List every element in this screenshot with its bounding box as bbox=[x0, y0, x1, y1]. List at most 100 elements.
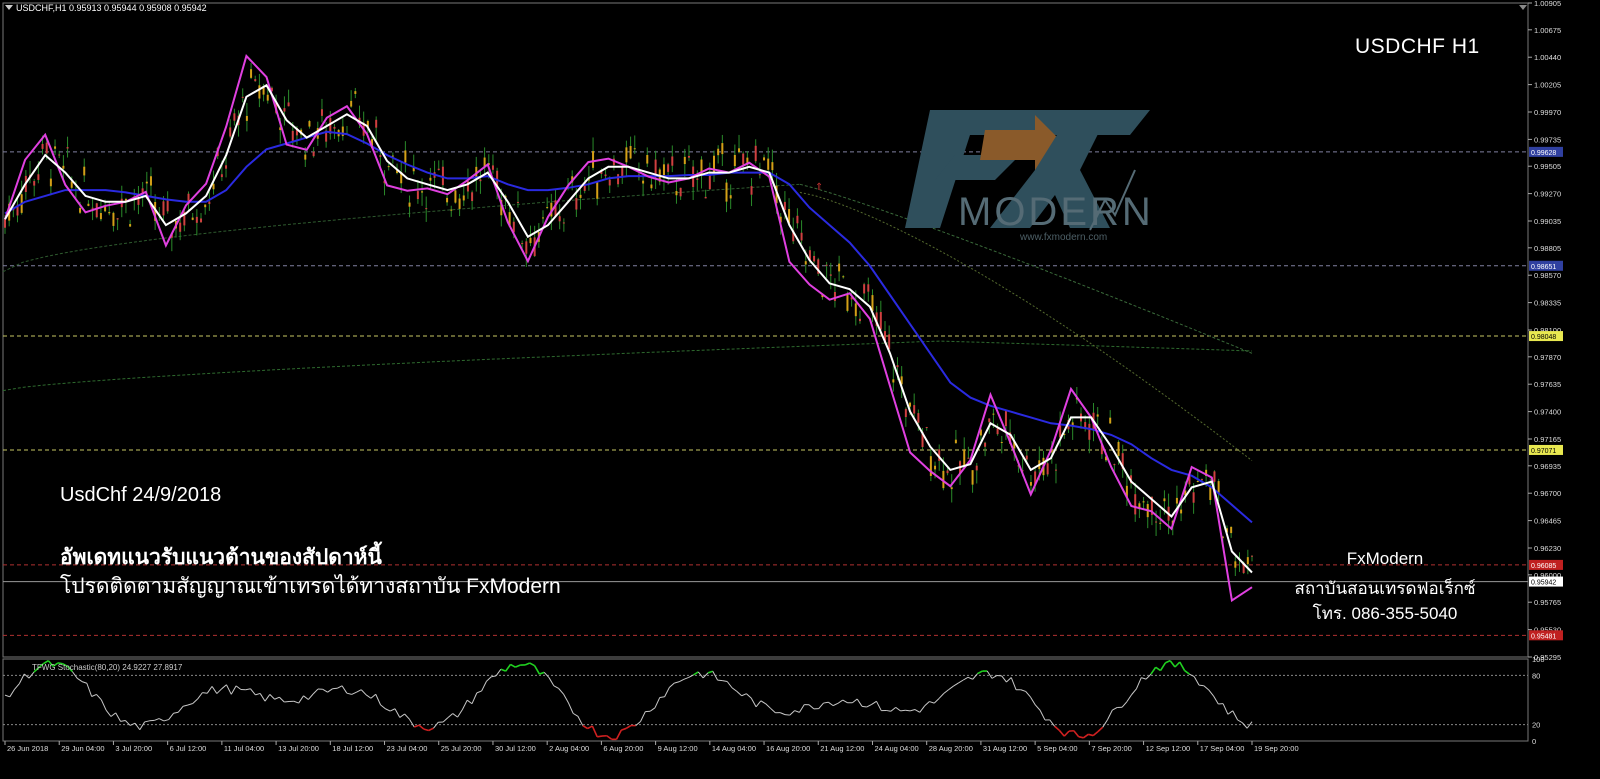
osc-segment bbox=[251, 689, 256, 695]
candle-body bbox=[454, 190, 456, 202]
y-tick-label: 0.97165 bbox=[1534, 435, 1561, 444]
osc-segment bbox=[1204, 686, 1209, 690]
chart-title: USDCHF H1 bbox=[1355, 35, 1480, 59]
osc-segment bbox=[771, 708, 776, 712]
osc-segment bbox=[159, 719, 164, 721]
candle-body bbox=[529, 238, 531, 243]
osc-segment bbox=[992, 676, 997, 679]
osc-segment bbox=[477, 691, 482, 693]
candle-body bbox=[738, 148, 740, 152]
candle-body bbox=[888, 334, 890, 349]
candle-body bbox=[684, 157, 686, 164]
osc-axis-label: 0 bbox=[1532, 737, 1536, 746]
candle-body bbox=[671, 156, 673, 165]
osc-segment bbox=[665, 687, 670, 696]
osc-segment bbox=[207, 686, 212, 693]
osc-segment bbox=[376, 694, 381, 705]
candle-body bbox=[200, 218, 202, 222]
osc-segment bbox=[1209, 690, 1214, 696]
osc-segment bbox=[111, 713, 116, 717]
osc-segment bbox=[607, 736, 612, 740]
candle-body bbox=[563, 222, 565, 223]
osc-segment bbox=[949, 686, 954, 690]
osc-segment bbox=[496, 669, 501, 676]
osc-segment bbox=[843, 700, 848, 703]
candle-body bbox=[146, 182, 148, 184]
candle-body bbox=[630, 146, 632, 158]
candle-body bbox=[842, 276, 844, 277]
y-tick-label: 0.99970 bbox=[1534, 108, 1561, 117]
chart-menu-icon[interactable] bbox=[5, 5, 13, 10]
osc-segment bbox=[1185, 671, 1190, 675]
osc-segment bbox=[766, 704, 771, 709]
candle-body bbox=[796, 216, 798, 224]
oscillator-pane-frame bbox=[3, 659, 1528, 741]
candle-body bbox=[100, 213, 102, 219]
candle-body bbox=[667, 164, 669, 172]
x-tick-label: 28 Aug 20:00 bbox=[929, 744, 973, 753]
osc-segment bbox=[414, 725, 419, 727]
osc-segment bbox=[742, 694, 747, 696]
osc-segment bbox=[294, 701, 299, 703]
osc-segment bbox=[332, 688, 337, 689]
candle-body bbox=[951, 487, 953, 489]
candle-body bbox=[388, 166, 390, 167]
x-tick-label: 26 Jun 2018 bbox=[7, 744, 48, 753]
osc-segment bbox=[87, 683, 92, 696]
candle-body bbox=[1180, 510, 1182, 514]
candle-body bbox=[1143, 501, 1145, 502]
x-tick-label: 7 Sep 20:00 bbox=[1091, 744, 1131, 753]
osc-segment bbox=[915, 710, 920, 713]
osc-segment bbox=[308, 694, 313, 700]
candle-body bbox=[1055, 470, 1057, 471]
osc-axis-label: 80 bbox=[1532, 671, 1540, 680]
osc-segment bbox=[371, 694, 376, 698]
osc-segment bbox=[304, 696, 309, 700]
price-chart[interactable]: 1.009051.006751.004401.002050.999700.997… bbox=[0, 0, 1600, 775]
x-tick-label: 21 Aug 12:00 bbox=[820, 744, 864, 753]
scroll-marker-icon[interactable] bbox=[1519, 5, 1527, 10]
osc-segment bbox=[1059, 730, 1064, 736]
x-tick-label: 16 Aug 20:00 bbox=[766, 744, 810, 753]
osc-segment bbox=[968, 677, 973, 679]
candle-body bbox=[58, 155, 60, 156]
contact-phone: โทร. 086-355-5040 bbox=[1280, 600, 1490, 627]
osc-segment bbox=[1228, 711, 1233, 714]
candle-body bbox=[283, 108, 285, 111]
osc-segment bbox=[626, 726, 631, 729]
candle-body bbox=[634, 148, 636, 149]
osc-segment bbox=[443, 718, 448, 722]
osc-segment bbox=[82, 682, 87, 684]
osc-segment bbox=[1136, 678, 1141, 689]
y-tick-label: 0.99735 bbox=[1534, 135, 1561, 144]
osc-segment bbox=[896, 707, 901, 711]
osc-segment bbox=[515, 665, 520, 667]
osc-segment bbox=[1103, 720, 1108, 728]
osc-segment bbox=[828, 702, 833, 705]
candle-body bbox=[425, 208, 427, 209]
osc-segment bbox=[920, 706, 925, 712]
osc-segment bbox=[1026, 691, 1031, 697]
osc-segment bbox=[226, 685, 231, 695]
osc-segment bbox=[722, 681, 727, 682]
osc-segment bbox=[905, 710, 910, 711]
osc-segment bbox=[693, 672, 698, 675]
candle-body bbox=[354, 91, 356, 94]
x-tick-label: 17 Sep 04:00 bbox=[1200, 744, 1245, 753]
candle-body bbox=[755, 146, 757, 161]
osc-segment bbox=[925, 702, 930, 706]
y-tick-label: 0.97400 bbox=[1534, 408, 1561, 417]
osc-segment bbox=[573, 713, 578, 716]
candle-body bbox=[838, 264, 840, 272]
candle-body bbox=[254, 79, 256, 81]
ma-long-line bbox=[3, 341, 1252, 391]
candle-body bbox=[4, 218, 6, 227]
candle-body bbox=[446, 198, 448, 202]
candle-body bbox=[87, 204, 89, 206]
y-tick-label: 1.00440 bbox=[1534, 53, 1561, 62]
candle-body bbox=[517, 202, 519, 203]
candle-body bbox=[1088, 424, 1090, 440]
osc-segment bbox=[260, 693, 265, 701]
candle-body bbox=[580, 195, 582, 198]
candle-body bbox=[559, 216, 561, 221]
